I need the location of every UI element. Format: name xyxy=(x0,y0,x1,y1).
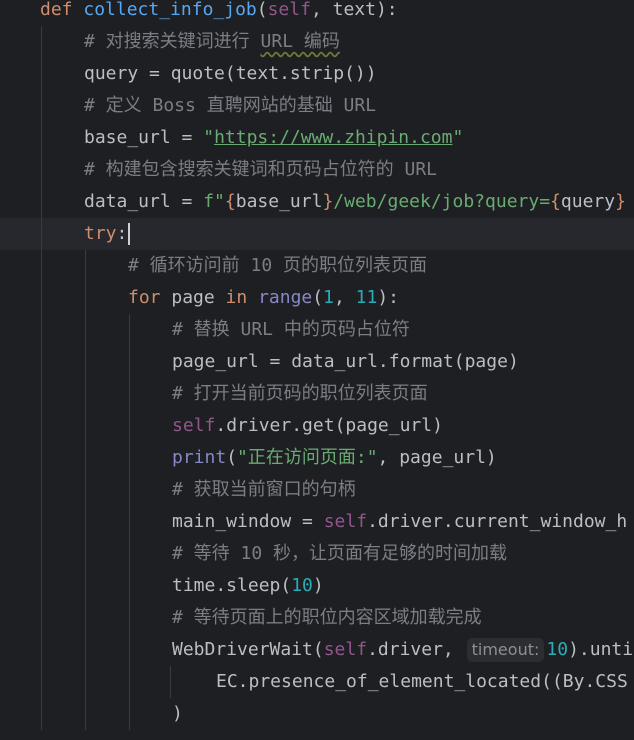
comment: # 定义 Boss 直聘网站的基础 URL xyxy=(84,95,377,116)
indent-guide xyxy=(41,378,42,410)
code-line[interactable]: # 构建包含搜索关键词和页码占位符的 URL xyxy=(0,154,634,186)
parameter-hint: timeout: xyxy=(466,638,545,662)
indent-guide xyxy=(129,442,130,474)
indent-guide xyxy=(85,410,86,442)
code-line[interactable]: # 替换 URL 中的页码占位符 xyxy=(0,314,634,346)
indent-guide xyxy=(41,314,42,346)
indent-guide xyxy=(41,122,42,154)
code-line[interactable]: data_url = f"{base_url}/web/geek/job?que… xyxy=(0,186,634,218)
indent-guide xyxy=(85,250,86,282)
indent-guide xyxy=(41,282,42,314)
indent-guide xyxy=(85,698,86,730)
indent-guide xyxy=(129,570,130,602)
code-line[interactable]: # 获取当前窗口的句柄 xyxy=(0,474,634,506)
comment: # 对搜索关键词进行 URL 编码 xyxy=(84,31,340,52)
code-line[interactable]: print("正在访问页面:", page_url) xyxy=(0,442,634,474)
indent-guide xyxy=(41,186,42,218)
indent-guide xyxy=(129,634,130,666)
indent-guide xyxy=(41,58,42,90)
self-keyword: self xyxy=(172,415,216,436)
indent-guide xyxy=(85,282,86,314)
code-line[interactable]: base_url = "https://www.zhipin.com" xyxy=(0,122,634,154)
indent-guide xyxy=(41,506,42,538)
indent-guide xyxy=(85,570,86,602)
indent-guide xyxy=(129,698,130,730)
comment: # 打开当前页码的职位列表页面 xyxy=(172,383,428,404)
indent-guide xyxy=(85,474,86,506)
code-line[interactable]: # 等待页面上的职位内容区域加载完成 xyxy=(0,602,634,634)
indent-guide xyxy=(41,474,42,506)
code-editor[interactable]: def collect_info_job(self, text): # 对搜索关… xyxy=(0,0,634,740)
text-cursor xyxy=(128,223,131,245)
indent-guide xyxy=(41,90,42,122)
indent-guide xyxy=(41,634,42,666)
indent-guide xyxy=(41,218,42,250)
code-line[interactable]: time.sleep(10) xyxy=(0,570,634,602)
indent-guide xyxy=(41,570,42,602)
indent-guide xyxy=(41,602,42,634)
comment: # 构建包含搜索关键词和页码占位符的 URL xyxy=(84,159,438,180)
indent-guide xyxy=(41,410,42,442)
indent-guide xyxy=(85,634,86,666)
comment: # 替换 URL 中的页码占位符 xyxy=(172,319,410,340)
code-line[interactable]: WebDriverWait(self.driver, timeout: 10).u… xyxy=(0,634,634,666)
comment: # 获取当前窗口的句柄 xyxy=(172,479,356,500)
indent-guide xyxy=(85,666,86,698)
indent-guide xyxy=(85,538,86,570)
function-name: collect_info_job xyxy=(83,0,257,20)
code-line[interactable]: # 循环访问前 10 页的职位列表页面 xyxy=(0,250,634,282)
indent-guide xyxy=(129,666,130,698)
indent-guide xyxy=(41,538,42,570)
code-line[interactable]: # 打开当前页码的职位列表页面 xyxy=(0,378,634,410)
indent-guide xyxy=(170,666,171,698)
code-line[interactable]: # 定义 Boss 直聘网站的基础 URL xyxy=(0,90,634,122)
comment: # 等待 10 秒，让页面有足够的时间加载 xyxy=(172,543,508,564)
indent-guide xyxy=(41,26,42,58)
indent-guide xyxy=(129,346,130,378)
code-line[interactable]: query = quote(text.strip()) xyxy=(0,58,634,90)
code-line[interactable]: def collect_info_job(self, text): xyxy=(0,0,634,26)
code-line[interactable]: main_window = self.driver.current_window… xyxy=(0,506,634,538)
indent-guide xyxy=(41,154,42,186)
indent-guide xyxy=(41,698,42,730)
indent-guide xyxy=(41,666,42,698)
indent-guide xyxy=(129,314,130,346)
indent-guide xyxy=(85,378,86,410)
comment: # 等待页面上的职位内容区域加载完成 xyxy=(172,607,482,628)
indent-guide xyxy=(129,506,130,538)
indent-guide xyxy=(41,346,42,378)
code-line[interactable]: ) xyxy=(0,698,634,730)
code-line[interactable]: self.driver.get(page_url) xyxy=(0,410,634,442)
keyword: try xyxy=(84,223,117,244)
indent-guide xyxy=(41,250,42,282)
code-line[interactable]: # 对搜索关键词进行 URL 编码 xyxy=(0,26,634,58)
indent-guide xyxy=(85,346,86,378)
keyword: def xyxy=(40,0,73,20)
url-link[interactable]: https://www.zhipin.com xyxy=(214,127,452,148)
comment: # 循环访问前 10 页的职位列表页面 xyxy=(128,255,428,276)
self-keyword: self xyxy=(323,511,368,532)
code-line[interactable]: page_url = data_url.format(page) xyxy=(0,346,634,378)
self-keyword: self xyxy=(267,0,311,20)
indent-guide xyxy=(129,602,130,634)
current-code-line[interactable]: try: xyxy=(0,218,634,250)
indent-guide xyxy=(129,378,130,410)
indent-guide xyxy=(129,474,130,506)
indent-guide xyxy=(85,506,86,538)
indent-guide xyxy=(85,442,86,474)
self-keyword: self xyxy=(323,639,368,660)
indent-guide xyxy=(129,410,130,442)
code-line[interactable]: EC.presence_of_element_located((By.CSS xyxy=(0,666,634,698)
code-line[interactable]: for page in range(1, 11): xyxy=(0,282,634,314)
indent-guide xyxy=(41,442,42,474)
indent-guide xyxy=(85,602,86,634)
indent-guide xyxy=(85,314,86,346)
code-line[interactable]: # 等待 10 秒，让页面有足够的时间加载 xyxy=(0,538,634,570)
indent-guide xyxy=(129,538,130,570)
